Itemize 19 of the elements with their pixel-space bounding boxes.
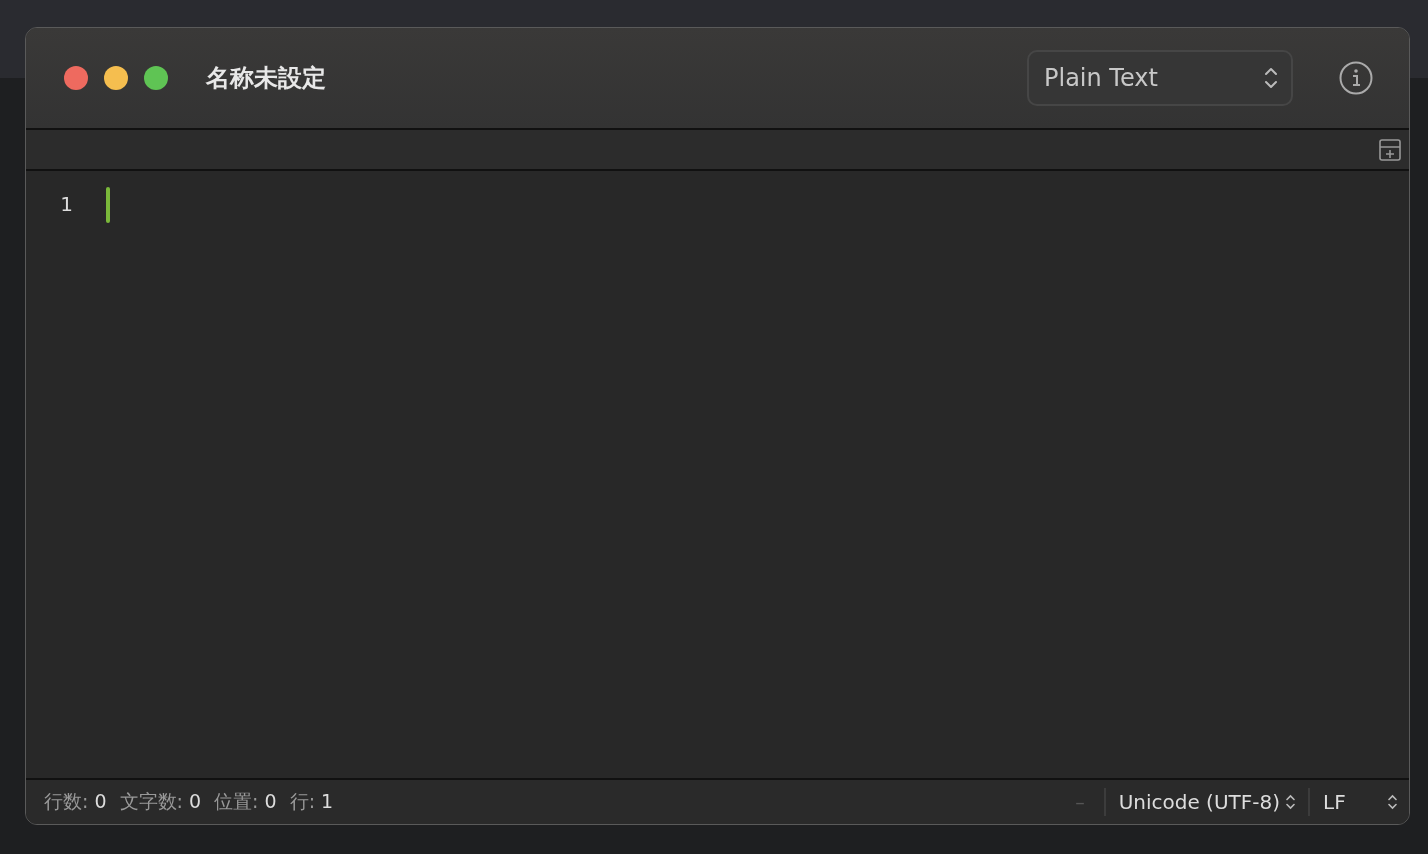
text-cursor: [106, 187, 110, 223]
chevron-updown-icon: [1265, 67, 1277, 89]
zoom-button[interactable]: [144, 66, 168, 90]
close-button[interactable]: [64, 66, 88, 90]
split-editor-icon[interactable]: [1379, 138, 1401, 161]
status-stat: 行数: 0: [44, 789, 107, 814]
encoding-dropdown[interactable]: Unicode (UTF-8): [1118, 790, 1295, 814]
chevron-updown-icon: [1286, 794, 1295, 810]
info-icon[interactable]: [1339, 61, 1373, 95]
line-number: 1: [60, 191, 73, 218]
status-stat: 行: 1: [289, 789, 334, 814]
minimize-button[interactable]: [104, 66, 128, 90]
status-indicator: –: [1075, 791, 1085, 813]
status-stat: 文字数: 0: [119, 789, 202, 814]
line-ending-dropdown[interactable]: LF: [1323, 790, 1397, 814]
status-stat: 位置: 0: [214, 789, 277, 814]
chevron-updown-icon: [1388, 794, 1397, 810]
window-title: 名称未設定: [206, 63, 326, 94]
syntax-dropdown[interactable]: Plain Text: [1027, 50, 1293, 106]
